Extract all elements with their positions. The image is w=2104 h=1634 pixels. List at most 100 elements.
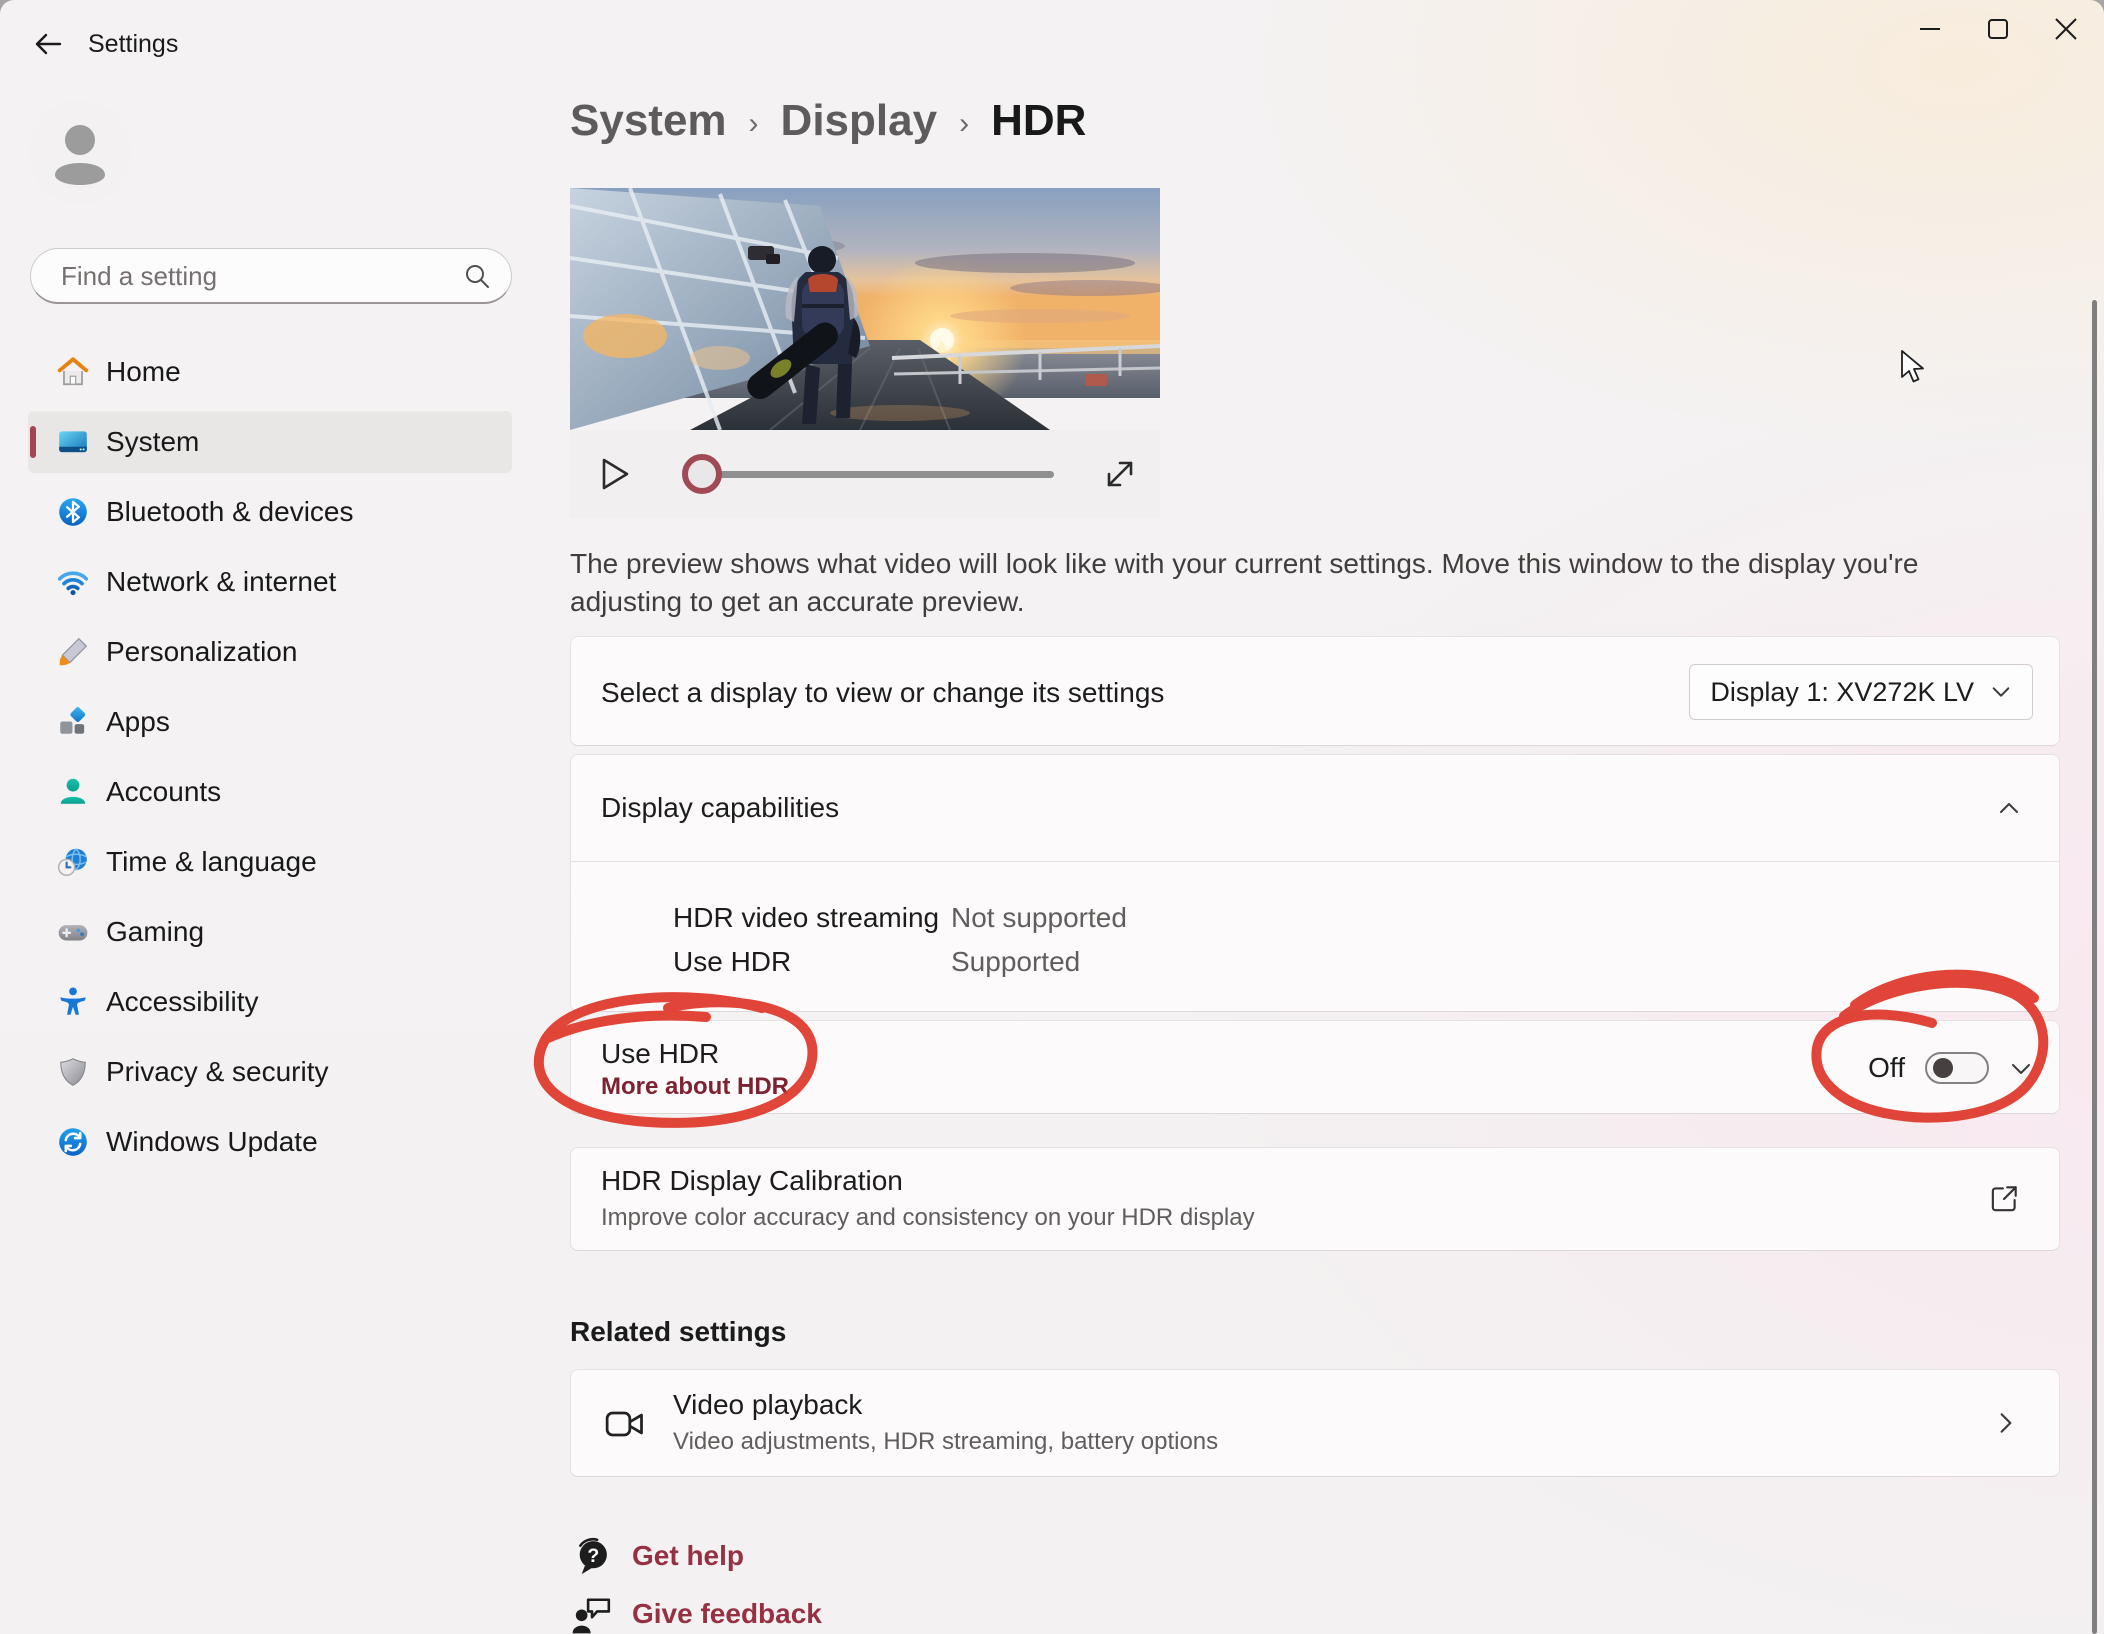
vertical-scrollbar[interactable]: [2092, 300, 2097, 1634]
personalization-icon: [56, 635, 90, 669]
chevron-down-icon[interactable]: [2009, 1056, 2033, 1080]
sidebar-item-network[interactable]: Network & internet: [28, 551, 512, 613]
network-icon: [56, 565, 90, 599]
video-camera-icon: [605, 1411, 643, 1437]
capability-label: Use HDR: [673, 946, 792, 977]
capability-row: HDR video streaming Not supported: [673, 896, 2059, 940]
capability-value: Supported: [951, 946, 1081, 977]
sidebar-item-privacy[interactable]: Privacy & security: [28, 1041, 512, 1103]
search-input[interactable]: [59, 249, 443, 304]
seek-slider-track[interactable]: [702, 471, 1054, 478]
video-playback-card[interactable]: Video playback Video adjustments, HDR st…: [570, 1369, 2060, 1477]
use-hdr-label: Use HDR: [601, 1038, 720, 1069]
breadcrumb-display[interactable]: Display: [781, 96, 938, 146]
gaming-icon: [56, 915, 90, 949]
video-playback-title: Video playback: [673, 1389, 863, 1420]
give-feedback-label: Give feedback: [632, 1598, 822, 1629]
minimize-button[interactable]: [1900, 8, 1960, 50]
toggle-state-label: Off: [1868, 1052, 1905, 1083]
use-hdr-card: Use HDR More about HDR Off: [570, 1020, 2060, 1114]
sidebar-item-label: Windows Update: [106, 1126, 318, 1157]
sidebar-item-label: Time & language: [106, 846, 317, 877]
search-icon[interactable]: [463, 262, 491, 290]
home-icon: [56, 355, 90, 389]
window-title: Settings: [88, 30, 179, 58]
accessibility-icon: [56, 985, 90, 1019]
sidebar-item-accessibility[interactable]: Accessibility: [28, 971, 512, 1033]
sidebar-item-accounts[interactable]: Accounts: [28, 761, 512, 823]
video-controls: [570, 430, 1160, 518]
chevron-up-icon[interactable]: [1997, 797, 2021, 821]
capability-label: HDR video streaming: [673, 902, 940, 933]
capability-row: Use HDR Supported: [673, 940, 2059, 984]
sidebar-item-apps[interactable]: Apps: [28, 691, 512, 753]
preview-description: The preview shows what video will look l…: [570, 548, 1919, 617]
fullscreen-button[interactable]: [1100, 454, 1140, 494]
display-select-value: Display 1: XV272K LV: [1710, 676, 1974, 707]
sidebar-item-home[interactable]: Home: [28, 341, 512, 403]
sidebar-item-label: System: [106, 426, 200, 457]
fullscreen-icon: [1107, 461, 1133, 487]
breadcrumb-system[interactable]: System: [570, 96, 727, 146]
play-button[interactable]: [594, 454, 634, 494]
external-link-icon: [1991, 1186, 2017, 1212]
mouse-cursor: [1901, 350, 1924, 383]
accounts-icon: [56, 775, 90, 809]
breadcrumb-separator: ›: [959, 107, 970, 140]
preview-scene: [570, 188, 1160, 430]
person-icon: [28, 100, 132, 204]
maximize-button[interactable]: [1968, 8, 2028, 50]
get-help-link[interactable]: ? Get help: [570, 1534, 744, 1578]
sidebar-item-system[interactable]: System: [28, 411, 512, 473]
close-button[interactable]: [2036, 8, 2096, 50]
give-feedback-link[interactable]: Give feedback: [570, 1592, 822, 1634]
back-button[interactable]: [26, 22, 70, 66]
chevron-down-icon: [1992, 687, 2010, 697]
sidebar-item-bluetooth[interactable]: Bluetooth & devices: [28, 481, 512, 543]
sidebar-item-label: Privacy & security: [106, 1056, 329, 1087]
system-icon: [56, 425, 90, 459]
settings-window: Settings Home System: [0, 0, 2104, 1634]
windows-update-icon: [56, 1125, 90, 1159]
select-display-label: Select a display to view or change its s…: [601, 677, 1165, 708]
display-capabilities-card: Display capabilities HDR video streaming…: [570, 754, 2060, 1012]
play-icon: [602, 458, 629, 490]
back-arrow-icon: [35, 33, 62, 55]
bluetooth-icon: [56, 495, 90, 529]
get-help-label: Get help: [632, 1540, 745, 1571]
more-about-hdr-link[interactable]: More about HDR: [601, 1073, 789, 1101]
select-display-card: Select a display to view or change its s…: [570, 636, 2060, 746]
privacy-icon: [56, 1055, 90, 1089]
hdr-calibration-subtitle: Improve color accuracy and consistency o…: [601, 1204, 1255, 1231]
hdr-preview-video[interactable]: [570, 188, 1160, 430]
sidebar-item-label: Network & internet: [106, 566, 337, 597]
display-capabilities-header[interactable]: Display capabilities: [571, 755, 2059, 862]
maximize-icon: [1988, 19, 2008, 39]
breadcrumb: System › Display › HDR: [570, 96, 1086, 146]
sidebar-item-gaming[interactable]: Gaming: [28, 901, 512, 963]
hdr-calibration-card[interactable]: HDR Display Calibration Improve color ac…: [570, 1147, 2060, 1251]
avatar[interactable]: [28, 100, 132, 204]
toggle-knob: [1933, 1058, 1953, 1078]
related-settings-heading: Related settings: [570, 1316, 787, 1347]
sidebar-item-time-language[interactable]: Time & language: [28, 831, 512, 893]
sidebar-item-label: Bluetooth & devices: [106, 496, 354, 527]
seek-slider-thumb[interactable]: [682, 454, 722, 494]
selected-indicator: [30, 426, 36, 458]
sidebar-item-personalization[interactable]: Personalization: [28, 621, 512, 683]
display-select-dropdown[interactable]: Display 1: XV272K LV: [1689, 664, 2033, 720]
sidebar-item-windows-update[interactable]: Windows Update: [28, 1111, 512, 1173]
breadcrumb-separator: ›: [748, 107, 759, 140]
sidebar-nav: Home System Bluetooth & devices Network …: [28, 341, 512, 1173]
capability-value: Not supported: [951, 902, 1127, 933]
use-hdr-toggle[interactable]: [1925, 1052, 1989, 1084]
sidebar-item-label: Accounts: [106, 776, 222, 807]
page-title: HDR: [991, 96, 1087, 145]
help-bubble-icon: ?: [579, 1537, 607, 1575]
feedback-person-icon: [572, 1598, 611, 1634]
sidebar-item-label: Accessibility: [106, 986, 259, 1017]
time-language-icon: [56, 845, 90, 879]
sidebar-item-label: Personalization: [106, 636, 298, 667]
search-box: [30, 248, 512, 304]
minimize-icon: [1920, 28, 1940, 30]
